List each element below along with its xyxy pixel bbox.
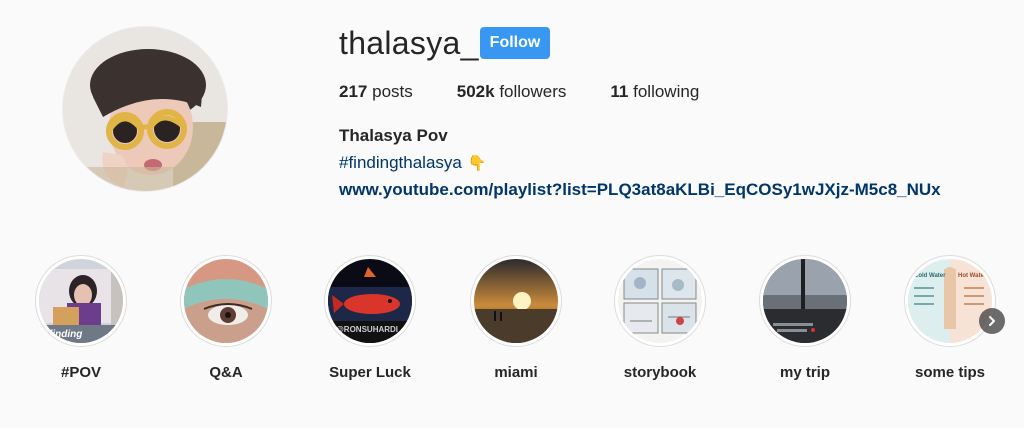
avatar-photo	[63, 27, 227, 191]
full-name: Thalasya Pov	[339, 126, 448, 145]
highlight-label: miami	[494, 364, 538, 381]
chevron-right-icon	[989, 316, 995, 326]
highlight-ring	[470, 255, 562, 347]
highlight-label: some tips	[914, 364, 986, 381]
stat-following[interactable]: 11 following	[610, 82, 699, 102]
highlight-label: Q&A	[209, 364, 243, 381]
stat-followers[interactable]: 502k followers	[457, 82, 567, 102]
posts-label: posts	[372, 82, 413, 101]
follow-button[interactable]: Follow	[480, 27, 550, 59]
highlight-miami[interactable]: miami	[456, 255, 576, 382]
pointing-down-emoji: 👇	[467, 155, 487, 172]
highlight-ring	[614, 255, 706, 347]
highlight-qa[interactable]: Q&A	[166, 255, 286, 382]
bio-hashtag-link[interactable]: #findingthalasya	[339, 153, 462, 172]
svg-text:Cold Water: Cold Water	[914, 273, 946, 279]
stat-posts: 217 posts	[339, 82, 413, 102]
highlight-ring: Cold Water Hot Water	[904, 255, 996, 347]
highlight-thumbnail	[474, 259, 558, 343]
profile-stats: 217 posts 502k followers 11 following	[339, 82, 743, 102]
highlight-my-trip[interactable]: my trip	[745, 255, 865, 382]
highlight-ring: finding	[35, 255, 127, 347]
story-highlights: finding #POV Q&A @RONSUHARDI Super Luck …	[0, 255, 1024, 395]
highlight-thumbnail	[184, 259, 268, 343]
highlight-label: storybook	[623, 364, 697, 381]
followers-label: followers	[499, 82, 567, 101]
bio-line: #findingthalasya 👇	[339, 153, 487, 174]
svg-text:Hot Water: Hot Water	[958, 273, 987, 279]
svg-text:finding: finding	[49, 329, 82, 340]
svg-text:@RONSUHARDI: @RONSUHARDI	[336, 325, 398, 334]
highlight-thumbnail: finding	[39, 259, 123, 343]
highlight-storybook[interactable]: storybook	[600, 255, 720, 382]
highlight-thumbnail	[618, 259, 702, 343]
website-link[interactable]: www.youtube.com/playlist?list=PLQ3at8aKL…	[339, 180, 941, 200]
posts-count: 217	[339, 82, 368, 101]
highlight-pov[interactable]: finding #POV	[21, 255, 141, 382]
following-label: following	[633, 82, 700, 101]
following-count: 11	[610, 82, 629, 101]
highlight-super-luck[interactable]: @RONSUHARDI Super Luck	[310, 255, 430, 382]
highlight-ring	[180, 255, 272, 347]
username: thalasya_	[339, 25, 479, 61]
highlight-thumbnail: @RONSUHARDI	[328, 259, 412, 343]
highlight-label: Super Luck	[329, 364, 411, 381]
highlight-ring	[759, 255, 851, 347]
highlight-ring: @RONSUHARDI	[324, 255, 416, 347]
followers-count: 502k	[456, 82, 495, 101]
highlight-thumbnail: Cold Water Hot Water	[908, 259, 992, 343]
highlight-label: my trip	[779, 364, 830, 381]
highlights-next-button[interactable]	[979, 308, 1005, 334]
profile-avatar[interactable]	[63, 27, 227, 191]
highlight-thumbnail	[763, 259, 847, 343]
highlight-label: #POV	[60, 364, 102, 381]
